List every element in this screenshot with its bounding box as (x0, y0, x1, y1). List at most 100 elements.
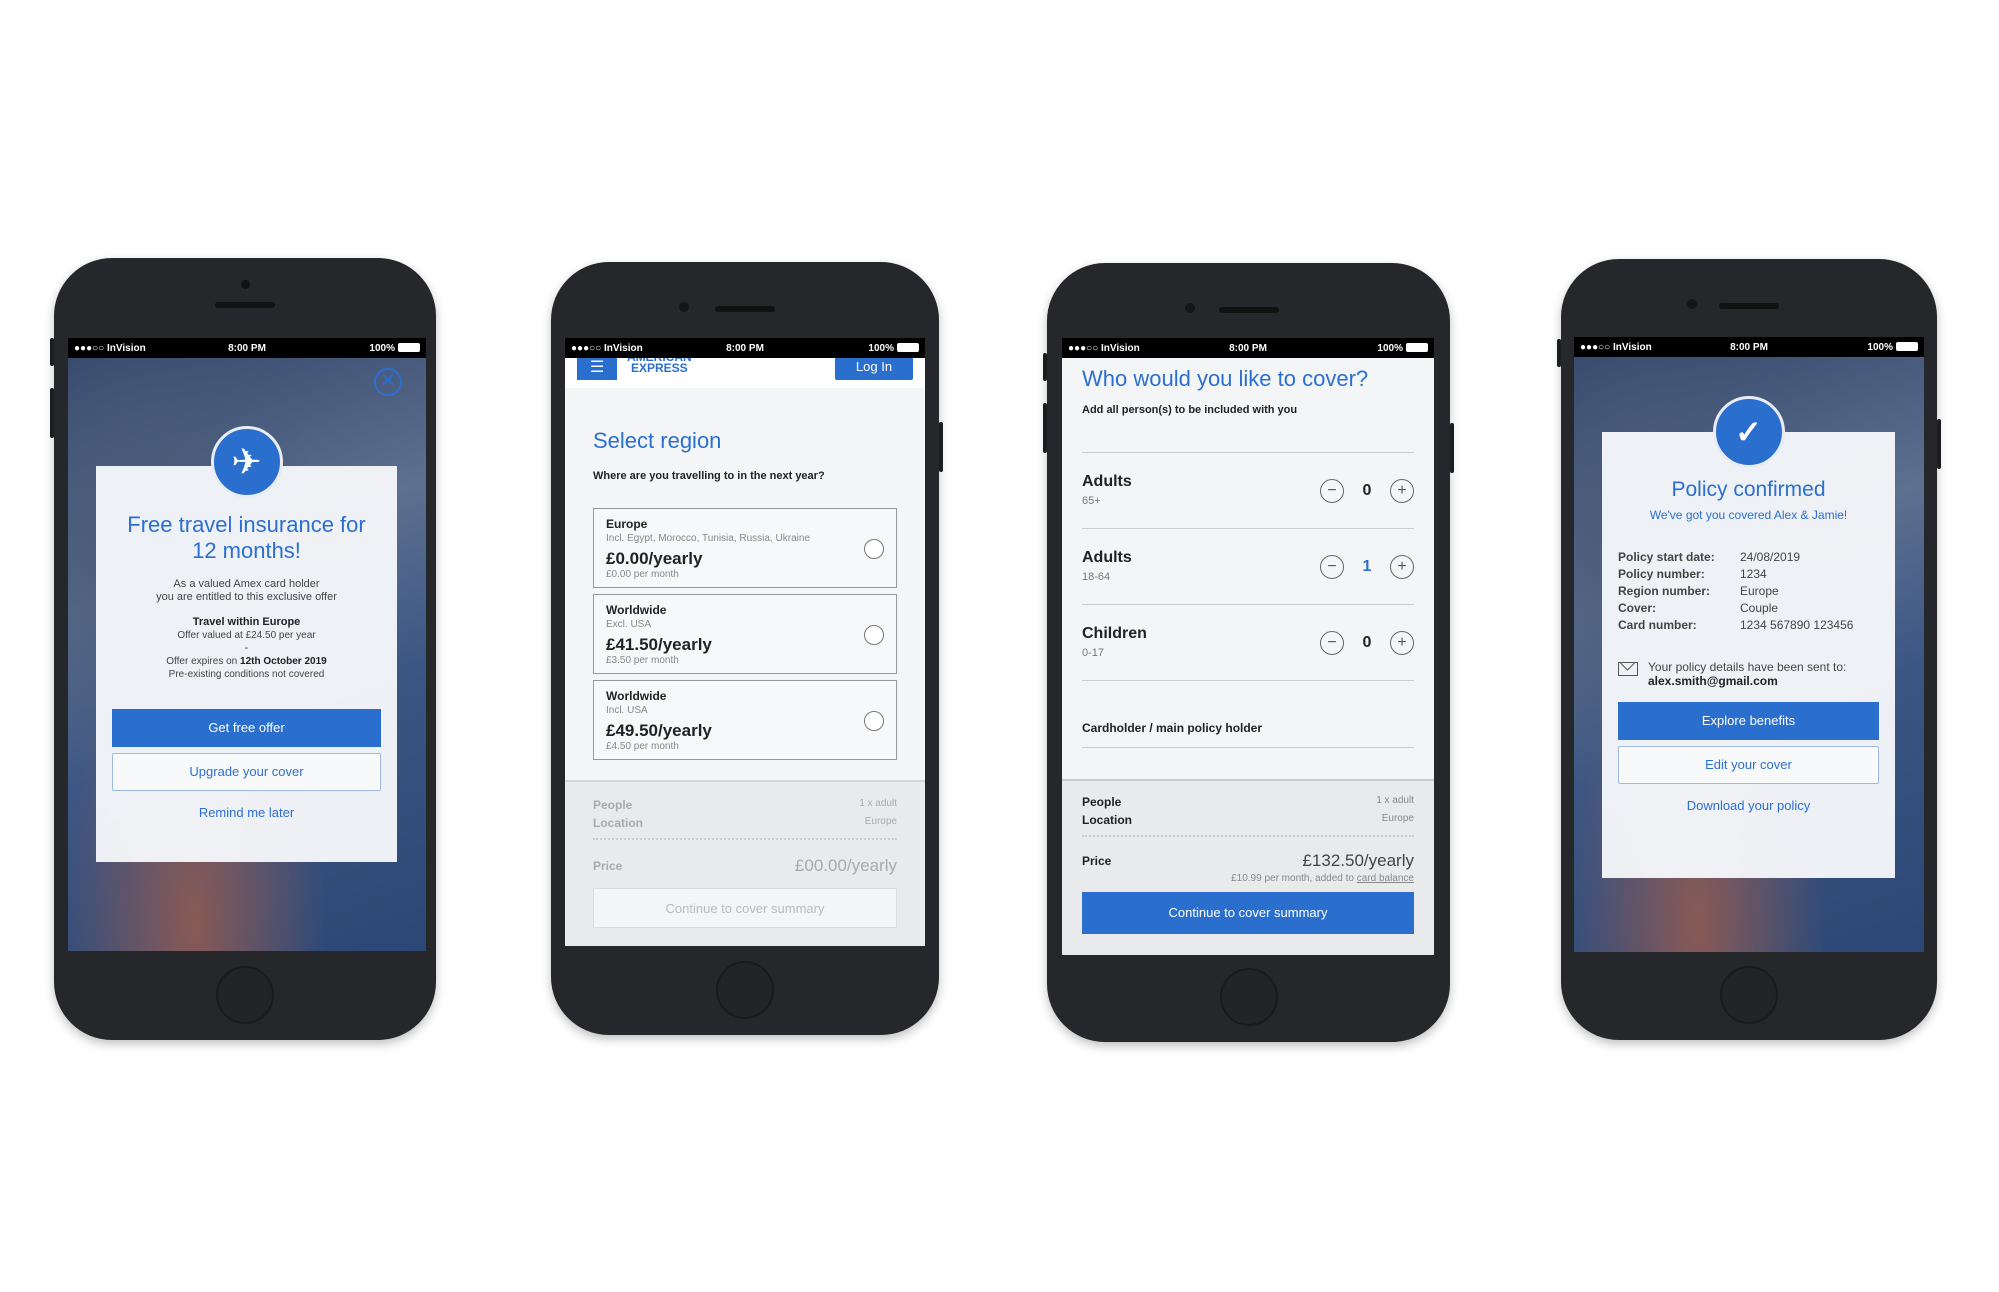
plus-icon[interactable]: + (1390, 554, 1414, 579)
continue-button-disabled[interactable]: Continue to cover summary (593, 888, 897, 928)
plus-icon[interactable]: + (1390, 630, 1414, 655)
phone-offer: ●●●○○ InVision 8:00 PM 100% ✕ ✈ Free trave… (50, 258, 436, 1040)
confirmation-card: ✓ Policy confirmed We've got you covered… (1602, 396, 1895, 878)
minus-icon[interactable]: − (1320, 630, 1344, 655)
count: 0 (1362, 481, 1372, 499)
header-bar: ☰ AMERICANEXPRESS Log In (565, 351, 925, 388)
radio-button[interactable] (864, 711, 884, 731)
close-icon[interactable]: ✕ (374, 368, 402, 396)
remind-later-link[interactable]: Remind me later (112, 805, 381, 820)
location-value: Europe (864, 816, 897, 827)
people-value: 1 x adult (1376, 795, 1414, 806)
status-bar: ●●●○○ InVision 8:00 PM 100% (1574, 337, 1924, 357)
download-policy-link[interactable]: Download your policy (1618, 798, 1879, 813)
side-button (50, 338, 54, 366)
clock: 8:00 PM (1229, 342, 1267, 354)
battery-icon (1406, 343, 1428, 353)
intro-text: As a valued Amex card holder (173, 578, 320, 590)
page-title: Who would you like to cover? (1082, 366, 1369, 391)
carrier: ●●●○○ InVision (74, 342, 146, 354)
offer-region: Travel within Europe (192, 616, 301, 628)
confirmation-title: Policy confirmed (1671, 478, 1826, 501)
carrier: ●●●○○ InVision (571, 342, 643, 354)
status-bar: ●●●○○ InVision 8:00 PM 100% (565, 338, 925, 358)
subtitle: Add all person(s) to be included with yo… (1082, 404, 1414, 453)
region-option-worldwide-incl-usa[interactable]: Worldwide Incl. USA £49.50/yearly £4.50 per… (593, 680, 897, 760)
screen-policy-confirmed: ●●●○○ InVision 8:00 PM 100% ✓ Policy confi… (1574, 337, 1924, 952)
carrier: ●●●○○ InVision (1068, 342, 1140, 354)
edit-cover-button[interactable]: Edit your cover (1618, 746, 1879, 784)
battery-icon (398, 343, 420, 353)
side-button (1557, 339, 1561, 367)
people-label: People (593, 798, 633, 812)
envelope-icon (1618, 662, 1638, 676)
confirmation-subtitle: We've got you covered Alex & Jamie! (1649, 508, 1848, 522)
card-balance-link[interactable]: card balance (1357, 873, 1414, 884)
side-button (1937, 419, 1941, 469)
checkmark-icon: ✓ (1712, 396, 1785, 468)
offer-title: Free travel insurance for 12 months! (127, 512, 366, 563)
side-button (1043, 403, 1047, 453)
continue-button[interactable]: Continue to cover summary (1082, 892, 1414, 934)
side-button (939, 422, 943, 472)
separator: - (244, 642, 249, 654)
count: 0 (1362, 633, 1372, 651)
status-bar: ●●●○○ InVision 8:00 PM 100% (1062, 338, 1434, 358)
cardholder-field[interactable]: Cardholder / main policy holder (1082, 681, 1414, 748)
email-address: alex.smith@gmail.com (1648, 674, 1778, 688)
battery: 100% (1377, 343, 1428, 354)
location-label: Location (593, 816, 643, 830)
screen-offer: ●●●○○ InVision 8:00 PM 100% ✕ ✈ Free trave… (68, 338, 426, 951)
battery: 100% (1867, 342, 1918, 353)
radio-button[interactable] (864, 625, 884, 645)
camera (241, 280, 250, 289)
question: Where are you travelling to in the next … (593, 470, 825, 482)
monthly-note: £10.99 per month, added to card balance (1231, 873, 1414, 884)
explore-benefits-button[interactable]: Explore benefits (1618, 702, 1879, 740)
battery-icon (897, 343, 919, 353)
clock: 8:00 PM (1730, 341, 1768, 353)
summary-panel: People 1 x adult Location Europe Price £00.… (565, 780, 925, 946)
camera (679, 302, 689, 312)
radio-button[interactable] (864, 539, 884, 559)
home-button (216, 966, 274, 1024)
minus-icon[interactable]: − (1320, 554, 1344, 579)
offer-value: Offer valued at £24.50 per year (177, 630, 316, 641)
price-label: Price (593, 859, 623, 873)
home-button (1720, 966, 1778, 1024)
status-bar: ●●●○○ InVision 8:00 PM 100% (68, 338, 426, 358)
battery: 100% (369, 343, 420, 354)
location-value: Europe (1381, 813, 1414, 824)
side-button (1043, 353, 1047, 381)
phone-who-to-cover: ●●●○○ InVision 8:00 PM 100% Who would you … (1043, 263, 1454, 1042)
camera (1185, 303, 1195, 313)
person-row-adults-18-64: Adults 18-64−1 + (1082, 529, 1414, 605)
policy-details: Policy start date: 24/08/2019 Policy numb… (1618, 550, 1854, 632)
plus-icon[interactable]: + (1390, 478, 1414, 503)
email-notice: Your policy details have been sent to: al… (1618, 660, 1879, 688)
minus-icon[interactable]: − (1320, 478, 1344, 503)
side-button (1450, 423, 1454, 473)
clock: 8:00 PM (228, 342, 266, 354)
location-label: Location (1082, 813, 1132, 827)
battery: 100% (868, 343, 919, 354)
conditions-text: Pre-existing conditions not covered (168, 669, 325, 680)
offer-card: ✈ Free travel insurance for 12 months! A… (96, 426, 397, 862)
phone-select-region: ●●●○○ InVision 8:00 PM 100% ☰ AMERICANEXPR… (551, 262, 943, 1035)
get-free-offer-button[interactable]: Get free offer (112, 709, 381, 747)
hamburger-menu-icon[interactable]: ☰ (577, 358, 617, 380)
upgrade-cover-button[interactable]: Upgrade your cover (112, 753, 381, 791)
region-option-worldwide-excl-usa[interactable]: Worldwide Excl. USA £41.50/yearly £3.50 per… (593, 594, 897, 674)
speaker (215, 302, 275, 308)
price-label: Price (1082, 854, 1112, 868)
phone-policy-confirmed: ●●●○○ InVision 8:00 PM 100% ✓ Policy confi… (1557, 259, 1941, 1040)
side-button (50, 388, 54, 438)
people-value: 1 x adult (859, 798, 897, 809)
region-option-europe[interactable]: Europe Incl. Egypt, Morocco, Tunisia, Rus… (593, 508, 897, 588)
login-button[interactable]: Log In (835, 358, 913, 380)
intro-text: you are entitled to this exclusive offer (156, 591, 337, 603)
speaker (715, 306, 775, 312)
screen-who-to-cover: ●●●○○ InVision 8:00 PM 100% Who would you … (1062, 338, 1434, 955)
airplane-icon: ✈ (210, 426, 283, 498)
home-button (1219, 968, 1278, 1026)
